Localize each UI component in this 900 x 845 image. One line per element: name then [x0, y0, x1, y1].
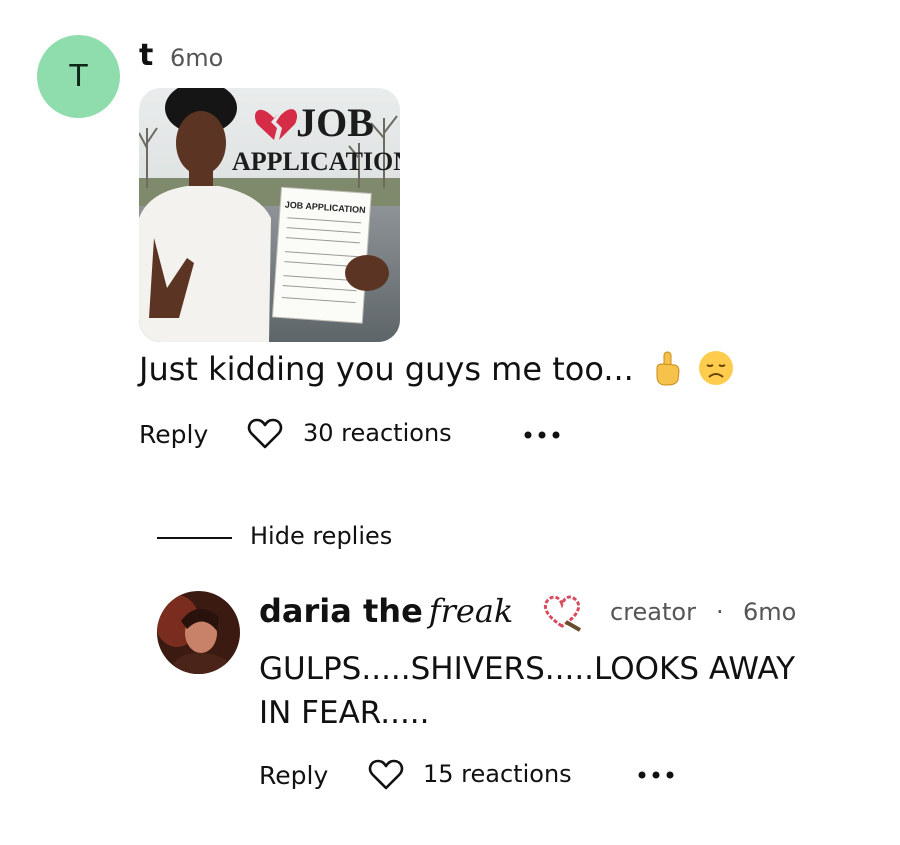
heart-icon[interactable] [368, 759, 404, 791]
reply-avatar[interactable] [157, 591, 240, 674]
disappointed-face-emoji [699, 351, 734, 385]
reactions-count[interactable]: 15 reactions [423, 760, 572, 788]
image-headline-line1: JOB [296, 100, 374, 145]
meta-separator: · [716, 598, 724, 626]
user-avatar[interactable]: T [37, 35, 120, 118]
hide-replies-button[interactable]: Hide replies [250, 522, 392, 550]
ribbon-emoji-icon [543, 595, 581, 632]
reactions-count[interactable]: 30 reactions [303, 419, 452, 447]
more-options-icon[interactable] [636, 769, 676, 781]
reply-username[interactable]: daria the freak [259, 592, 513, 630]
image-headline-line2: APPLICATION [232, 147, 400, 176]
comment-body: Just kidding you guys me too... [139, 350, 634, 388]
heart-icon[interactable] [247, 418, 283, 450]
reply-username-text: daria the [259, 592, 423, 630]
comment-text: Just kidding you guys me too... [139, 350, 734, 388]
reply-button[interactable]: Reply [259, 761, 328, 790]
more-options-icon[interactable] [522, 429, 562, 441]
pointing-up-emoji [656, 351, 680, 386]
avatar-letter: T [69, 59, 88, 94]
reply-button[interactable]: Reply [139, 420, 208, 449]
thread-divider [157, 537, 232, 539]
comment-username[interactable]: t [139, 38, 153, 73]
comment-image[interactable]: JOB APPLICATION JOB APPLICATION [139, 88, 400, 342]
reply-timestamp: 6mo [743, 598, 797, 626]
reply-username-fancy: freak [428, 592, 514, 630]
reply-text: GULPS.....SHIVERS.....LOOKS AWAY IN FEAR… [259, 651, 796, 731]
creator-badge: creator [610, 598, 696, 626]
comment-timestamp: 6mo [170, 44, 224, 72]
